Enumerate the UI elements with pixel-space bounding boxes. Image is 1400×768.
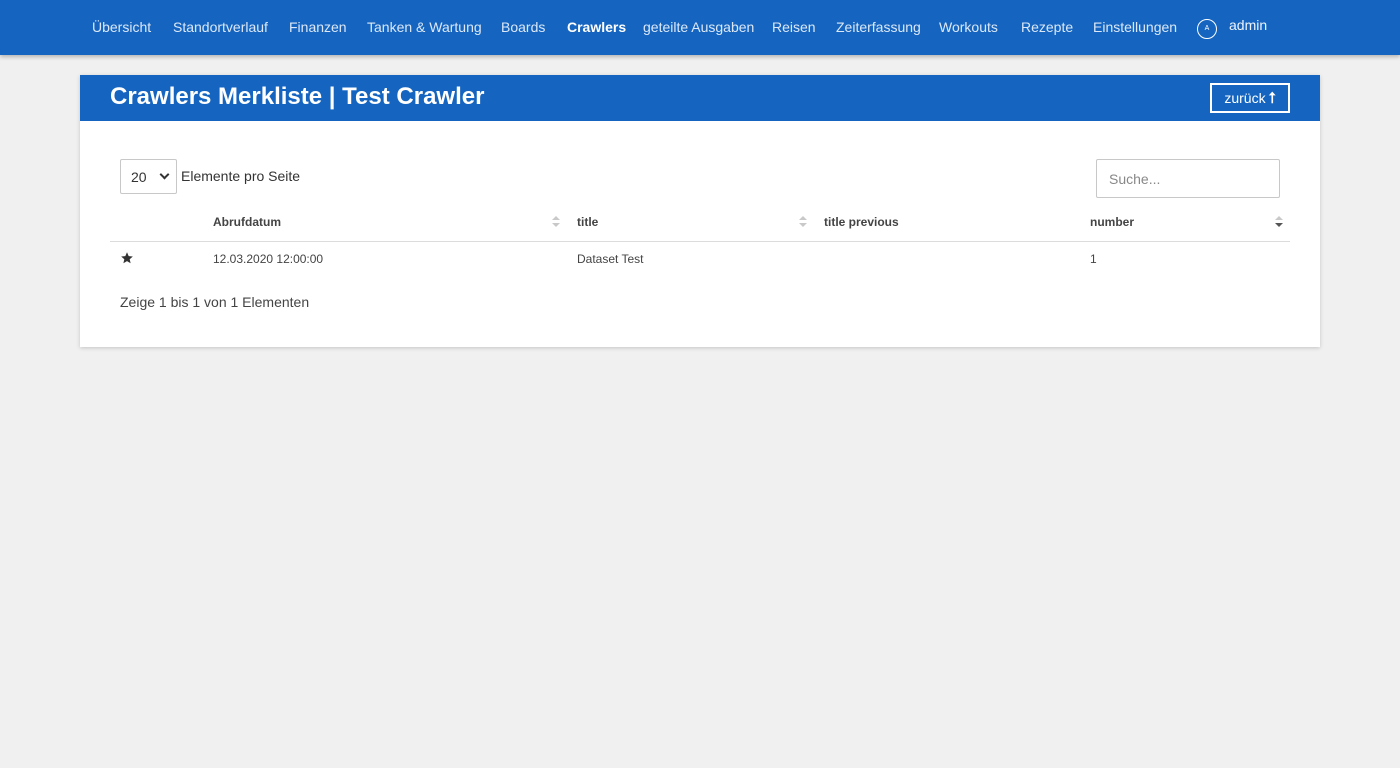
user-name: admin xyxy=(1229,17,1268,33)
nav-item-standortverlauf[interactable]: Standortverlauf xyxy=(173,19,268,35)
nav-item-boards[interactable]: Boards xyxy=(501,19,545,35)
nav-item-uebersicht[interactable]: Übersicht xyxy=(92,19,151,35)
back-button-label: zurück xyxy=(1224,90,1266,106)
page-length-value: 20 xyxy=(131,168,147,185)
top-navbar: Übersicht Standortverlauf Finanzen Tanke… xyxy=(0,0,1400,55)
nav-item-zeiterfassung[interactable]: Zeiterfassung xyxy=(836,19,921,35)
cell-title: Dataset Test xyxy=(577,252,644,266)
sort-icon[interactable] xyxy=(552,214,560,230)
crawler-watchlist-card: Crawlers Merkliste | Test Crawler zurück… xyxy=(80,75,1320,347)
table-header-divider xyxy=(110,241,1290,242)
sort-icon[interactable] xyxy=(799,214,807,230)
nav-item-reisen[interactable]: Reisen xyxy=(772,19,816,35)
nav-item-workouts[interactable]: Workouts xyxy=(939,19,998,35)
nav-item-rezepte[interactable]: Rezepte xyxy=(1021,19,1073,35)
column-header-title[interactable]: title xyxy=(577,215,598,229)
column-header-number[interactable]: number xyxy=(1090,215,1134,229)
column-header-abrufdatum[interactable]: Abrufdatum xyxy=(213,215,281,229)
arrow-up-icon: ⭡ xyxy=(1268,89,1276,107)
nav-item-einstellungen[interactable]: Einstellungen xyxy=(1093,19,1177,35)
user-menu[interactable]: A admin xyxy=(1197,15,1267,39)
avatar-icon: A xyxy=(1197,18,1217,39)
chevron-down-icon xyxy=(159,169,170,180)
nav-item-tanken-wartung[interactable]: Tanken & Wartung xyxy=(367,19,482,35)
nav-item-geteilte-ausgaben[interactable]: geteilte Ausgaben xyxy=(643,19,754,35)
card-header: Crawlers Merkliste | Test Crawler zurück… xyxy=(80,75,1320,121)
back-button[interactable]: zurück ⭡ xyxy=(1210,83,1290,113)
cell-number: 1 xyxy=(1090,252,1097,266)
page-title: Crawlers Merkliste | Test Crawler xyxy=(110,83,485,110)
cell-abrufdatum: 12.03.2020 12:00:00 xyxy=(213,252,324,266)
column-header-title-previous: title previous xyxy=(824,215,899,229)
nav-item-finanzen[interactable]: Finanzen xyxy=(289,19,347,35)
sort-desc-icon[interactable] xyxy=(1275,214,1283,230)
table-info: Zeige 1 bis 1 von 1 Elementen xyxy=(120,294,310,310)
nav-item-crawlers[interactable]: Crawlers xyxy=(567,19,626,35)
search-input[interactable] xyxy=(1096,159,1280,198)
page-length-label: Elemente pro Seite xyxy=(181,168,301,184)
page-length-select[interactable]: 20 xyxy=(120,159,177,194)
star-icon[interactable] xyxy=(120,251,134,265)
